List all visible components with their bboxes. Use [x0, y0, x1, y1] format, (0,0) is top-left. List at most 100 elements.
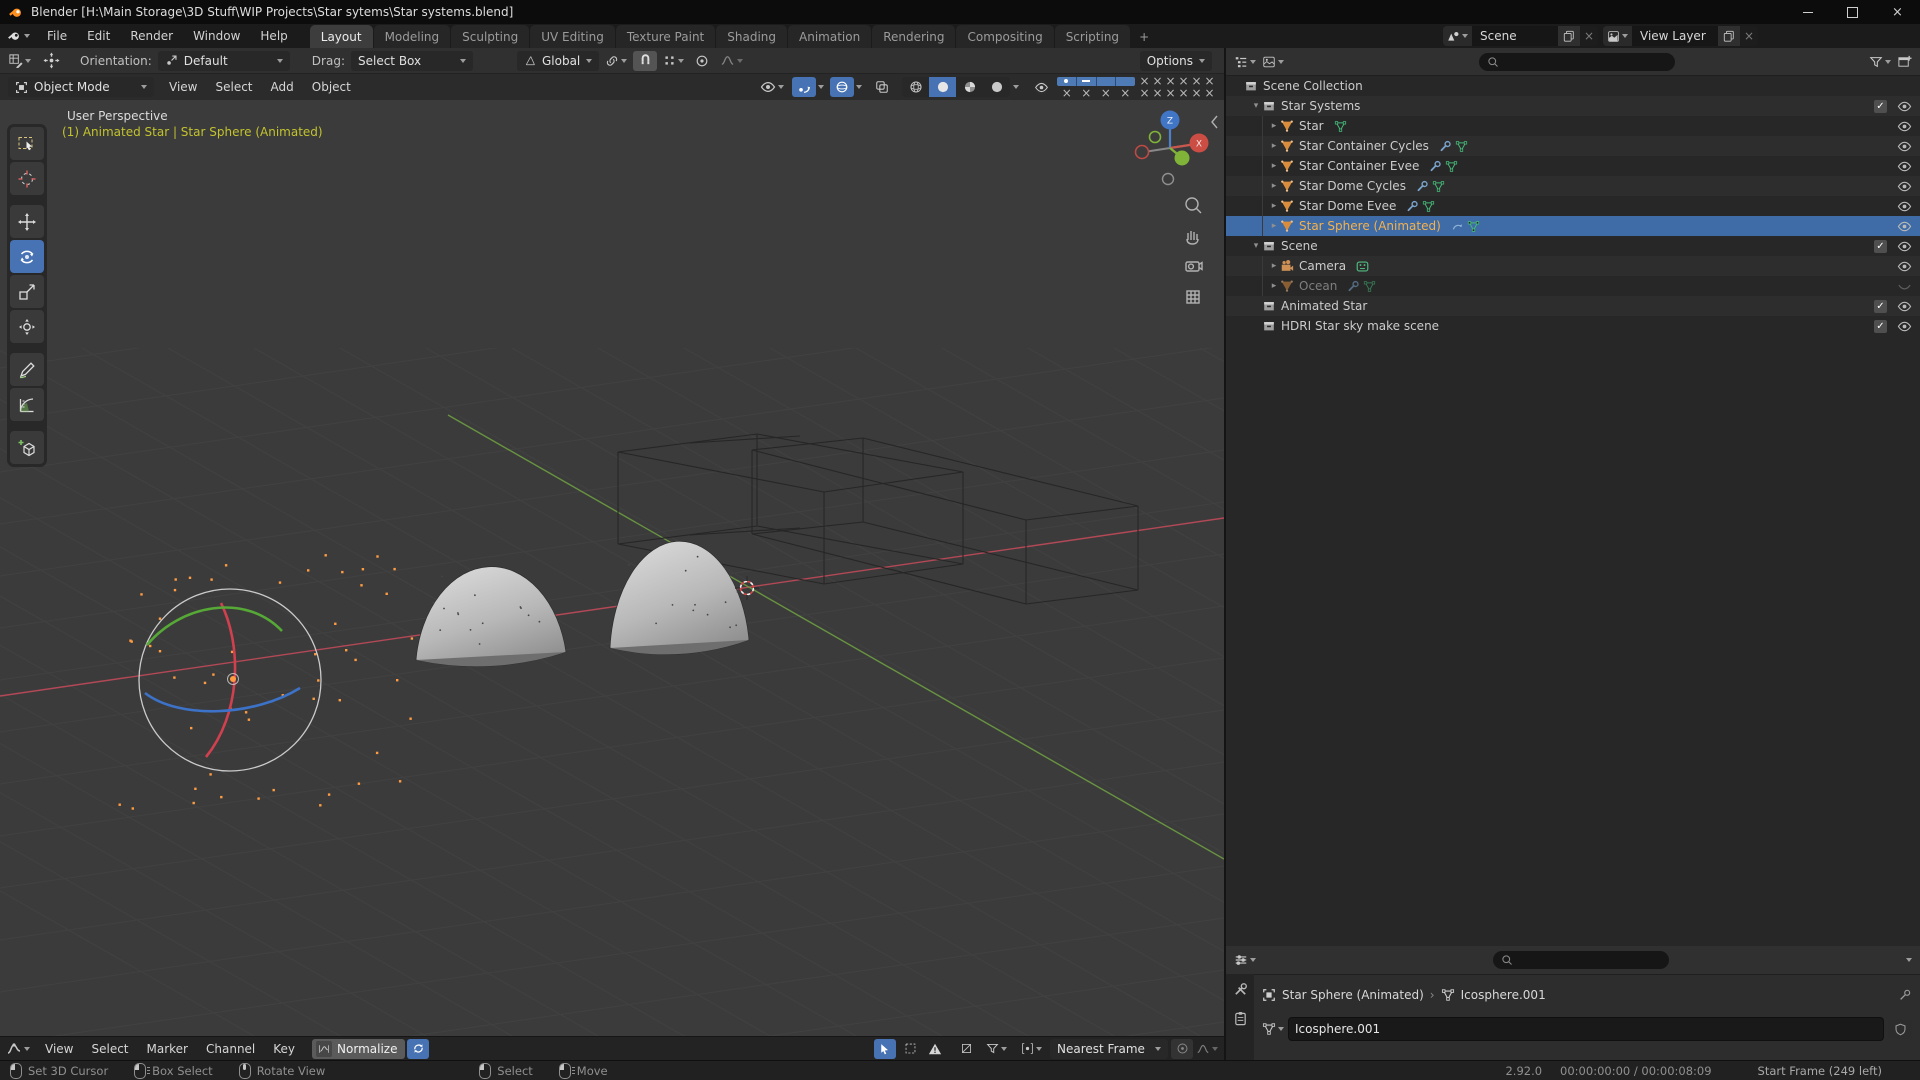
pan-hand-icon[interactable] [1187, 231, 1198, 244]
view-layer-name[interactable]: View Layer [1632, 26, 1718, 46]
missing-icon-placeholder[interactable]: × [1190, 88, 1203, 99]
tool-select-box[interactable] [10, 127, 44, 160]
snap-options[interactable] [663, 54, 684, 67]
collection-checkbox[interactable]: ✓ [1874, 300, 1887, 313]
normalize-view-button[interactable] [955, 1039, 977, 1059]
expander-icon[interactable]: ▾ [1250, 241, 1262, 251]
dome-mesh-left[interactable] [416, 567, 566, 667]
expander-icon[interactable]: ▸ [1268, 121, 1280, 131]
close-button[interactable]: × [1875, 0, 1920, 24]
outliner-search[interactable] [1479, 53, 1675, 71]
outliner-display-mode[interactable] [1262, 55, 1284, 69]
workspace-tab-shading[interactable]: Shading [716, 25, 787, 48]
axis-y-ball[interactable] [1175, 151, 1190, 166]
viewport-3d[interactable]: Z X User Perspective (1) Animated Star |… [0, 100, 1224, 1036]
object-visibility-selector[interactable] [760, 79, 784, 95]
show-errors-warning-icon[interactable] [924, 1039, 946, 1059]
collection-visibility-widget[interactable]: ×××××× ×××××××××× [1033, 75, 1216, 99]
new-view-layer-button[interactable] [1718, 26, 1740, 46]
tool-add-cube[interactable] [10, 431, 44, 464]
outliner-row-hdri-star-sky-make-scene[interactable]: HDRI Star sky make scene✓ [1226, 316, 1920, 336]
drag-dropdown[interactable]: Select Box [351, 51, 473, 71]
outliner-row-star-dome-cycles[interactable]: ▸Star Dome Cycles [1226, 176, 1920, 196]
workspace-tab-sculpting[interactable]: Sculpting [451, 25, 529, 48]
box-select-tool-button[interactable] [899, 1039, 921, 1059]
snap-toggle[interactable] [633, 51, 657, 71]
viewport-menu-view[interactable]: View [160, 77, 206, 97]
workspace-tab-compositing[interactable]: Compositing [956, 25, 1053, 48]
maximize-button[interactable] [1830, 0, 1875, 24]
add-workspace-button[interactable]: + [1131, 25, 1157, 48]
eye-open-icon[interactable] [1897, 159, 1912, 174]
proportional-falloff-selector[interactable] [720, 53, 743, 68]
graph-editor-menu-select[interactable]: Select [82, 1039, 137, 1059]
datablock-name-input[interactable]: Icosphere.001 [1288, 1017, 1884, 1041]
workspace-tab-uv-editing[interactable]: UV Editing [530, 25, 615, 48]
expander-icon[interactable]: ▸ [1268, 141, 1280, 151]
graph-editor-menu-channel[interactable]: Channel [197, 1039, 264, 1059]
topbar-menu-help[interactable]: Help [250, 24, 297, 48]
graph-editor-menu-key[interactable]: Key [264, 1039, 304, 1059]
outliner-row-star[interactable]: ▸Star [1226, 116, 1920, 136]
tool-rotate[interactable] [10, 240, 44, 273]
tool-cursor[interactable] [10, 162, 44, 195]
eye-open-icon[interactable] [1897, 319, 1912, 334]
outliner-row-scene-collection[interactable]: Scene Collection [1226, 76, 1920, 96]
mesh-datablock-selector[interactable] [1262, 1022, 1284, 1036]
navigation-gizmo[interactable]: Z X [1136, 111, 1209, 185]
minimize-button[interactable] [1785, 0, 1830, 24]
expander-icon[interactable]: ▸ [1268, 201, 1280, 211]
missing-icon-placeholder[interactable]: × [1190, 76, 1203, 87]
eye-open-icon[interactable] [1897, 99, 1912, 114]
expander-icon[interactable]: ▸ [1268, 281, 1280, 291]
outliner-row-scene[interactable]: ▾Scene✓ [1226, 236, 1920, 256]
expander-icon[interactable]: ▸ [1268, 181, 1280, 191]
missing-icon-placeholder[interactable]: × [1177, 76, 1190, 87]
outliner-editor-selector[interactable] [1234, 55, 1256, 69]
missing-icon-placeholder[interactable]: × [1164, 88, 1177, 99]
options-dropdown[interactable]: Options [1140, 51, 1212, 71]
missing-icon-placeholder[interactable]: × [1138, 76, 1151, 87]
expander-icon[interactable]: ▸ [1268, 221, 1280, 231]
eye-open-icon[interactable] [1897, 219, 1912, 234]
workspace-tab-texture-paint[interactable]: Texture Paint [616, 25, 715, 48]
collection-checkbox[interactable]: ✓ [1874, 240, 1887, 253]
missing-icon-placeholder[interactable]: × [1099, 88, 1112, 99]
blender-app-menu[interactable] [0, 24, 37, 48]
properties-editor-selector[interactable] [1234, 953, 1256, 967]
eye-open-icon[interactable] [1897, 259, 1912, 274]
eye-closed-icon[interactable] [1897, 279, 1912, 294]
workspace-tab-rendering[interactable]: Rendering [872, 25, 955, 48]
auto-normalize-sync-button[interactable] [407, 1039, 429, 1059]
xray-toggle[interactable] [870, 77, 894, 97]
workspace-tab-scripting[interactable]: Scripting [1055, 25, 1130, 48]
unlink-scene-button[interactable]: × [1580, 26, 1598, 46]
viewport-menu-select[interactable]: Select [206, 77, 261, 97]
tool-transform[interactable] [10, 310, 44, 343]
snap-target-selector[interactable] [605, 54, 627, 68]
outliner-row-star-sphere-animated[interactable]: ▸Star Sphere (Animated) [1226, 216, 1920, 236]
tool-move[interactable] [10, 205, 44, 238]
filter-dropdown[interactable] [980, 1039, 1012, 1059]
graph-editor-selector[interactable] [6, 1041, 30, 1057]
shading-material-button[interactable] [956, 77, 983, 97]
shading-wireframe-button[interactable] [902, 77, 929, 97]
gizmo-y-ring[interactable] [147, 608, 282, 645]
missing-icon-placeholder[interactable]: × [1151, 76, 1164, 87]
normalize-toggle[interactable]: Normalize [312, 1039, 405, 1059]
axis-negy-ball[interactable] [1150, 132, 1161, 143]
snap-dropdown[interactable] [1015, 1039, 1047, 1059]
transform-pivot-dropdown[interactable]: Global [517, 51, 599, 71]
missing-icon-placeholder[interactable]: × [1164, 76, 1177, 87]
axis-negz-ball[interactable] [1163, 174, 1174, 185]
expander-icon[interactable]: ▾ [1250, 101, 1262, 111]
proportional-editing-button[interactable] [1171, 1039, 1193, 1059]
axis-negx-ball[interactable] [1136, 146, 1149, 159]
orientation-dropdown[interactable]: Default [158, 51, 290, 71]
missing-icon-placeholder[interactable]: × [1203, 88, 1216, 99]
graph-editor-menu-marker[interactable]: Marker [138, 1039, 197, 1059]
missing-icon-placeholder[interactable]: × [1151, 88, 1164, 99]
graph-editor-menu-view[interactable]: View [36, 1039, 82, 1059]
viewport-menu-add[interactable]: Add [262, 77, 303, 97]
show-overlays-toggle[interactable] [830, 77, 862, 97]
